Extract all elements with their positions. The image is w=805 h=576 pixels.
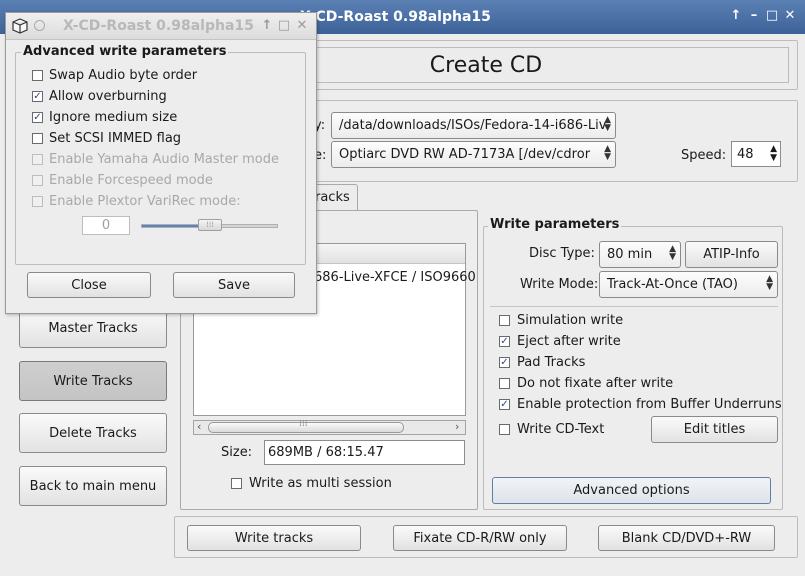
pad-tracks-checkbox[interactable]: ✓ xyxy=(499,357,510,368)
main-window-title: X-CD-Roast 0.98alpha15 xyxy=(300,9,491,25)
varirec-value: 0 xyxy=(101,218,111,233)
allow-overburning-label: Allow overburning xyxy=(49,89,167,104)
varirec-slider-thumb: ⁞⁞⁞ xyxy=(198,219,222,231)
divider xyxy=(490,306,778,307)
combo-updown-icon: ▲ ▼ xyxy=(604,144,611,162)
write-mode-label: Write Mode: xyxy=(520,277,599,292)
combo-updown-icon: ▲ ▼ xyxy=(604,115,611,133)
scroll-left-icon[interactable]: ‹ xyxy=(197,420,201,433)
horizontal-scrollbar[interactable]: ‹ ⁞⁞⁞ › xyxy=(193,419,466,435)
scrollbar-thumb[interactable]: ⁞⁞⁞ xyxy=(208,419,404,433)
forcespeed-label: Enable Forcespeed mode xyxy=(49,173,213,188)
scroll-right-icon[interactable]: › xyxy=(455,420,459,433)
dialog-titlebar[interactable]: X-CD-Roast 0.98alpha15 ↑ □ ✕ xyxy=(6,13,316,40)
disc-type-combo[interactable]: 80 min ▲ ▼ xyxy=(599,241,681,268)
buffer-underrun-label: Enable protection from Buffer Underruns xyxy=(517,397,782,412)
swap-audio-checkbox[interactable] xyxy=(32,70,43,81)
disc-type-value: 80 min xyxy=(607,247,653,262)
write-cd-text-checkbox[interactable] xyxy=(499,424,510,435)
combo-updown-icon: ▲ ▼ xyxy=(766,274,773,292)
size-label: Size: xyxy=(221,445,253,460)
close-icon[interactable]: ✕ xyxy=(782,8,798,24)
eject-after-write-label: Eject after write xyxy=(517,334,621,349)
dialog-close-button[interactable]: Close xyxy=(27,272,151,298)
scsi-immed-checkbox[interactable] xyxy=(32,133,43,144)
disc-type-label: Disc Type: xyxy=(529,246,595,261)
spin-updown-icon[interactable]: ▲ ▼ xyxy=(770,145,777,163)
varirec-slider-track: ⁞⁞⁞ xyxy=(141,219,278,231)
sidebar-item-master-tracks[interactable]: Master Tracks xyxy=(19,308,167,348)
track-list-row[interactable]: 686-Live-XFCE / ISO9660 xyxy=(314,270,476,285)
yamaha-audio-master-label: Enable Yamaha Audio Master mode xyxy=(49,152,279,167)
swap-audio-label: Swap Audio byte order xyxy=(49,68,198,83)
maximize-icon[interactable]: □ xyxy=(764,8,780,24)
advanced-options-button[interactable]: Advanced options xyxy=(492,477,771,504)
close-icon[interactable]: ✕ xyxy=(294,18,310,34)
sidebar-item-write-tracks[interactable]: Write Tracks xyxy=(19,361,167,401)
plextor-varirec-label: Enable Plextor VariRec mode: xyxy=(49,194,241,209)
no-fixate-checkbox[interactable] xyxy=(499,378,510,389)
keep-above-icon[interactable]: ↑ xyxy=(259,18,275,34)
multi-session-label: Write as multi session xyxy=(249,476,392,491)
advanced-write-dialog: X-CD-Roast 0.98alpha15 ↑ □ ✕ Advanced wr… xyxy=(5,12,317,314)
maximize-icon[interactable]: □ xyxy=(276,18,292,34)
dialog-title: X-CD-Roast 0.98alpha15 xyxy=(63,18,254,34)
advanced-params-title: Advanced write parameters xyxy=(21,44,229,59)
speed-value: 48 xyxy=(737,146,754,162)
write-tracks-button[interactable]: Write tracks xyxy=(187,525,361,551)
writer-device-combo[interactable]: Optiarc DVD RW AD-7173A [/dev/cdror ▲ ▼ xyxy=(331,141,616,168)
dialog-save-button[interactable]: Save xyxy=(173,272,295,298)
combo-updown-icon: ▲ ▼ xyxy=(669,244,676,262)
grip-icon: ⁞⁞⁞ xyxy=(299,419,308,429)
buffer-underrun-checkbox[interactable]: ✓ xyxy=(499,399,510,410)
eject-after-write-checkbox[interactable]: ✓ xyxy=(499,336,510,347)
image-path-value: /data/downloads/ISOs/Fedora-14-i686-Liv xyxy=(339,118,607,133)
writer-device-value: Optiarc DVD RW AD-7173A [/dev/cdror xyxy=(339,147,591,162)
allow-overburning-checkbox[interactable]: ✓ xyxy=(32,91,43,102)
speed-label: Speed: xyxy=(681,148,727,163)
simulation-write-checkbox[interactable] xyxy=(499,315,510,326)
image-path-combo[interactable]: /data/downloads/ISOs/Fedora-14-i686-Liv … xyxy=(331,112,616,139)
simulation-write-label: Simulation write xyxy=(517,313,624,328)
write-mode-combo[interactable]: Track-At-Once (TAO) ▲ ▼ xyxy=(599,271,778,298)
size-field[interactable]: 689MB / 68:15.47 xyxy=(264,440,465,465)
yamaha-audio-master-checkbox xyxy=(32,154,43,165)
multi-session-checkbox[interactable] xyxy=(231,478,242,489)
ignore-medium-size-label: Ignore medium size xyxy=(49,110,178,125)
plextor-varirec-checkbox xyxy=(32,196,43,207)
sidebar-item-delete-tracks[interactable]: Delete Tracks xyxy=(19,413,167,453)
keep-above-icon[interactable]: ↑ xyxy=(728,8,744,24)
minimize-icon[interactable]: – xyxy=(746,8,762,24)
menu-dot-icon[interactable] xyxy=(34,20,45,31)
back-to-main-menu-button[interactable]: Back to main menu xyxy=(19,466,167,506)
blank-disc-button[interactable]: Blank CD/DVD+-RW xyxy=(598,525,775,551)
pad-tracks-label: Pad Tracks xyxy=(517,355,586,370)
write-mode-value: Track-At-Once (TAO) xyxy=(607,277,738,292)
speed-spinbox[interactable]: 48 ▲ ▼ xyxy=(731,141,781,167)
forcespeed-checkbox xyxy=(32,175,43,186)
scsi-immed-label: Set SCSI IMMED flag xyxy=(49,131,182,146)
size-value: 689MB / 68:15.47 xyxy=(268,445,384,460)
no-fixate-label: Do not fixate after write xyxy=(517,376,674,391)
fixate-button[interactable]: Fixate CD-R/RW only xyxy=(393,525,567,551)
varirec-value-field: 0 xyxy=(82,216,130,235)
app-cube-icon xyxy=(12,18,28,34)
edit-titles-button[interactable]: Edit titles xyxy=(651,416,778,443)
write-params-title: Write parameters xyxy=(488,217,622,232)
ignore-medium-size-checkbox[interactable]: ✓ xyxy=(32,112,43,123)
write-cd-text-label: Write CD-Text xyxy=(517,422,605,437)
atip-info-button[interactable]: ATIP-Info xyxy=(685,241,778,268)
tab-label: racks xyxy=(315,190,350,205)
